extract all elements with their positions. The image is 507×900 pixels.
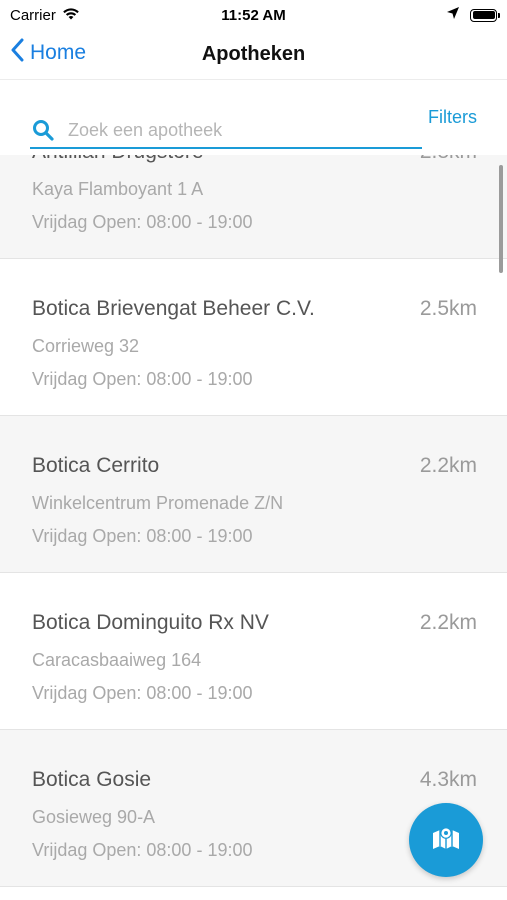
pharmacy-distance: 2.5km [419, 297, 477, 320]
wifi-icon [62, 7, 80, 24]
pharmacy-address: Corrieweg 32 [32, 336, 140, 356]
pharmacy-name: Botica Dominguito Rx NV [32, 611, 269, 634]
chevron-left-icon [10, 38, 24, 68]
list-item[interactable]: Botica Cerrito 2.2km Winkelcentrum Prome… [0, 416, 507, 573]
status-left: Carrier [10, 7, 80, 24]
pharmacy-address: Caracasbaaiweg 164 [32, 650, 202, 670]
back-button[interactable]: Home [10, 38, 86, 68]
carrier-label: Carrier [10, 6, 56, 24]
map-view-button[interactable] [409, 803, 483, 877]
pharmacy-distance: 2.2km [419, 454, 477, 477]
pharmacy-list[interactable]: Antillian Drugstore 2.8km Kaya Flamboyan… [0, 102, 507, 900]
back-button-label: Home [30, 41, 87, 64]
list-item[interactable]: Botica Dominguito Rx NV 2.2km Caracasbaa… [0, 573, 507, 730]
pharmacy-address: Gosieweg 90-A [32, 807, 156, 827]
battery-icon [470, 8, 500, 22]
pharmacy-hours: Vrijdag Open: 08:00 - 19:00 [32, 840, 253, 860]
search-box [30, 113, 422, 149]
pharmacy-address: Kaya Flamboyant 1 A [32, 179, 204, 199]
pharmacy-name: Botica Cerrito [32, 454, 160, 477]
location-arrow-icon [446, 6, 460, 24]
map-icon [431, 824, 461, 857]
search-icon [30, 117, 56, 143]
list-item[interactable]: Botica Brievengat Beheer C.V. 2.5km Corr… [0, 259, 507, 416]
pharmacy-distance: 4.3km [419, 768, 477, 791]
pharmacy-name: Botica Brievengat Beheer C.V. [32, 297, 315, 320]
status-bar: Carrier 11:52 AM [0, 0, 507, 30]
search-input[interactable] [68, 119, 398, 141]
pharmacy-hours: Vrijdag Open: 08:00 - 19:00 [32, 526, 253, 546]
scrollbar[interactable] [499, 165, 503, 273]
pharmacy-hours: Vrijdag Open: 08:00 - 19:00 [32, 683, 253, 703]
pharmacy-hours: Vrijdag Open: 08:00 - 19:00 [32, 369, 253, 389]
filters-button[interactable]: Filters [428, 107, 477, 128]
pharmacy-name: Botica Gosie [32, 768, 152, 791]
pharmacy-distance: 2.2km [419, 611, 477, 634]
status-right [446, 6, 500, 24]
search-row: Filters [0, 80, 507, 155]
navigation-bar: Home Apotheken [0, 30, 507, 80]
pharmacy-hours: Vrijdag Open: 08:00 - 19:00 [32, 212, 253, 232]
pharmacy-address: Winkelcentrum Promenade Z/N [32, 493, 284, 513]
